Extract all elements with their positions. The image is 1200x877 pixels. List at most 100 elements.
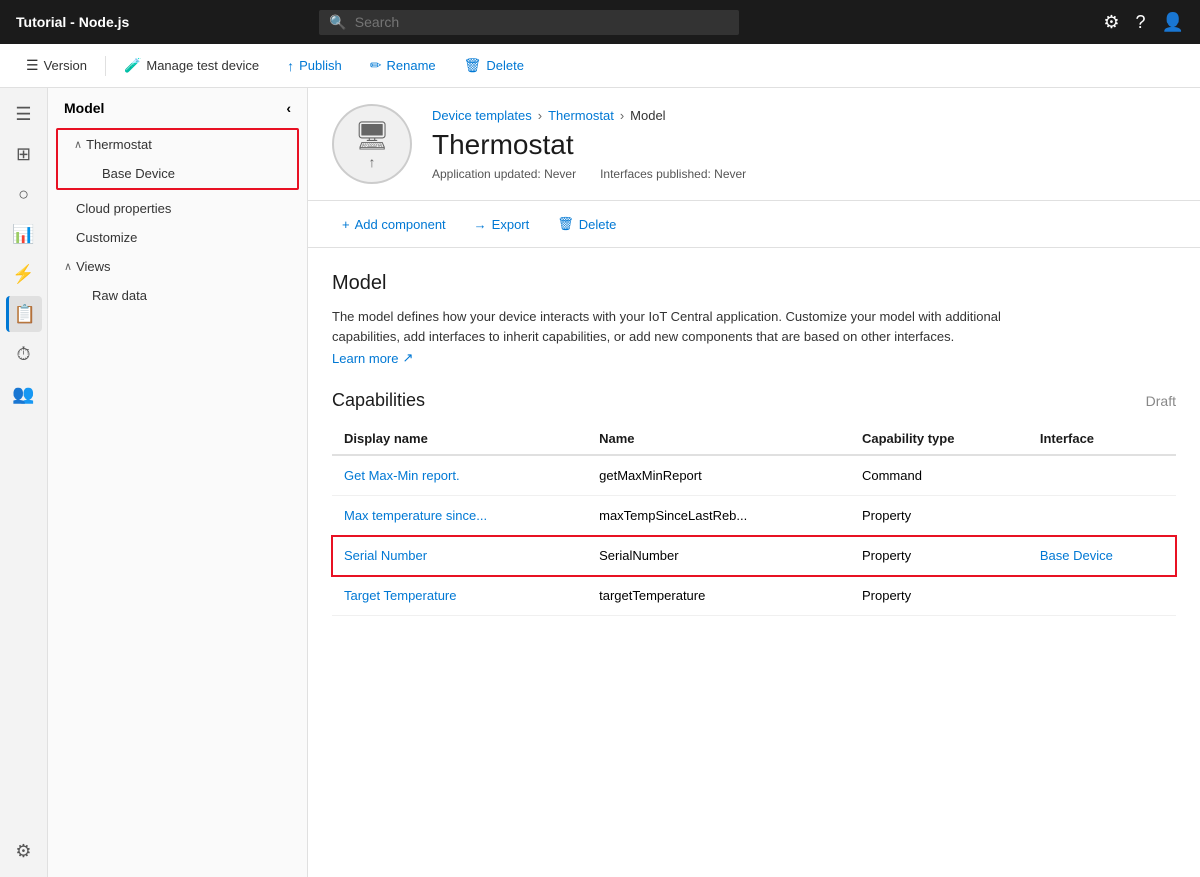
device-avatar: 🖥 ↑ bbox=[332, 104, 412, 184]
capabilities-section: Capabilities Draft Display name Name Cap… bbox=[308, 366, 1200, 616]
device-header: 🖥 ↑ Device templates › Thermostat › Mode… bbox=[308, 88, 1200, 201]
content-area: 🖥 ↑ Device templates › Thermostat › Mode… bbox=[308, 88, 1200, 877]
sidebar-item-base-device[interactable]: Base Device bbox=[58, 159, 297, 188]
draft-badge: Draft bbox=[1146, 393, 1176, 409]
capability-interface: Base Device bbox=[1028, 536, 1176, 576]
sidebar: Model ‹ ∧ Thermostat Base Device Cloud p… bbox=[48, 88, 308, 877]
topbar: Tutorial - Node.js 🔍 ⚙ ? 👤 bbox=[0, 0, 1200, 44]
capabilities-title: Capabilities bbox=[332, 390, 425, 411]
external-link-icon: ↗ bbox=[402, 350, 413, 366]
capabilities-table: Display name Name Capability type Interf… bbox=[332, 423, 1176, 616]
nav-devices-icon[interactable]: ○ bbox=[6, 176, 42, 212]
capability-type: Property bbox=[850, 536, 1028, 576]
breadcrumb-model: Model bbox=[630, 108, 665, 123]
nav-jobs-icon[interactable]: ⏱ bbox=[6, 336, 42, 372]
breadcrumb-thermostat[interactable]: Thermostat bbox=[548, 108, 614, 123]
action-delete-icon: 🗑 bbox=[557, 216, 574, 232]
capability-name: targetTemperature bbox=[587, 576, 850, 616]
capability-name: maxTempSinceLastReb... bbox=[587, 496, 850, 536]
capability-interface bbox=[1028, 576, 1176, 616]
table-header-row: Display name Name Capability type Interf… bbox=[332, 423, 1176, 455]
breadcrumb: Device templates › Thermostat › Model bbox=[432, 108, 746, 123]
sidebar-highlighted-box: ∧ Thermostat Base Device bbox=[56, 128, 299, 190]
nav-settings-bottom-icon[interactable]: ⚙ bbox=[6, 833, 42, 869]
sidebar-model-label: Model bbox=[64, 100, 104, 116]
capability-display-name[interactable]: Max temperature since... bbox=[332, 496, 587, 536]
sidebar-item-customize[interactable]: Customize bbox=[48, 223, 307, 252]
nav-rules-icon[interactable]: ⚡ bbox=[6, 256, 42, 292]
sidebar-collapse-icon[interactable]: ‹ bbox=[286, 100, 291, 116]
delete-button[interactable]: 🗑 Delete bbox=[454, 53, 534, 78]
col-capability-type: Capability type bbox=[850, 423, 1028, 455]
manage-test-device-button[interactable]: 🧪 Manage test device bbox=[114, 53, 269, 78]
sidebar-item-raw-data[interactable]: Raw data bbox=[48, 281, 307, 310]
search-bar[interactable]: 🔍 bbox=[319, 10, 739, 35]
manage-icon: 🧪 bbox=[124, 57, 141, 74]
table-row: Max temperature since...maxTempSinceLast… bbox=[332, 496, 1176, 536]
publish-button[interactable]: ↑ Publish bbox=[277, 54, 352, 78]
capabilities-header: Capabilities Draft bbox=[332, 390, 1176, 411]
capability-type: Property bbox=[850, 496, 1028, 536]
search-input[interactable] bbox=[355, 14, 730, 30]
capability-display-name[interactable]: Get Max-Min report. bbox=[332, 455, 587, 496]
table-row: Target TemperaturetargetTemperaturePrope… bbox=[332, 576, 1176, 616]
action-bar: + Add component → Export 🗑 Delete bbox=[308, 201, 1200, 248]
add-icon: + bbox=[342, 217, 350, 232]
col-name: Name bbox=[587, 423, 850, 455]
capability-display-name[interactable]: Target Temperature bbox=[332, 576, 587, 616]
capability-type: Property bbox=[850, 576, 1028, 616]
topbar-icons: ⚙ ? 👤 bbox=[1103, 12, 1184, 33]
profile-icon[interactable]: 👤 bbox=[1162, 12, 1184, 33]
action-delete-button[interactable]: 🗑 Delete bbox=[547, 211, 626, 237]
version-button[interactable]: ☰ Version bbox=[16, 53, 97, 78]
model-section: Model The model defines how your device … bbox=[308, 248, 1200, 366]
toolbar-divider-1 bbox=[105, 56, 106, 76]
sidebar-item-cloud-properties[interactable]: Cloud properties bbox=[48, 194, 307, 223]
device-meta: Application updated: Never Interfaces pu… bbox=[432, 167, 746, 181]
help-icon[interactable]: ? bbox=[1136, 12, 1146, 33]
rename-icon: ✏ bbox=[370, 57, 382, 74]
device-avatar-icon: 🖥 bbox=[354, 119, 390, 152]
model-title: Model bbox=[332, 272, 1176, 295]
nav-dashboard-icon[interactable]: ⊞ bbox=[6, 136, 42, 172]
nav-home-icon[interactable]: ☰ bbox=[6, 96, 42, 132]
breadcrumb-device-templates[interactable]: Device templates bbox=[432, 108, 532, 123]
rename-button[interactable]: ✏ Rename bbox=[360, 53, 446, 78]
capability-name: getMaxMinReport bbox=[587, 455, 850, 496]
thermostat-collapse-icon: ∧ bbox=[74, 138, 82, 151]
capability-name: SerialNumber bbox=[587, 536, 850, 576]
col-interface: Interface bbox=[1028, 423, 1176, 455]
device-avatar-sub: ↑ bbox=[369, 154, 376, 170]
version-icon: ☰ bbox=[26, 57, 39, 74]
col-display-name: Display name bbox=[332, 423, 587, 455]
search-icon: 🔍 bbox=[329, 14, 346, 31]
nav-analytics-icon[interactable]: 📊 bbox=[6, 216, 42, 252]
sidebar-item-thermostat[interactable]: ∧ Thermostat bbox=[58, 130, 297, 159]
sidebar-item-views[interactable]: ∧ Views bbox=[48, 252, 307, 281]
add-component-button[interactable]: + Add component bbox=[332, 212, 456, 237]
settings-icon[interactable]: ⚙ bbox=[1103, 12, 1119, 33]
export-icon: → bbox=[474, 217, 487, 232]
toolbar: ☰ Version 🧪 Manage test device ↑ Publish… bbox=[0, 44, 1200, 88]
model-description: The model defines how your device intera… bbox=[332, 307, 1072, 346]
export-button[interactable]: → Export bbox=[464, 212, 540, 237]
main-layout: ☰ ⊞ ○ 📊 ⚡ 📋 ⏱ 👥 ⚙ Model ‹ ∧ Thermostat B… bbox=[0, 88, 1200, 877]
capability-interface bbox=[1028, 455, 1176, 496]
publish-icon: ↑ bbox=[287, 58, 294, 74]
nav-organizations-icon[interactable]: 👥 bbox=[6, 376, 42, 412]
capability-type: Command bbox=[850, 455, 1028, 496]
left-nav: ☰ ⊞ ○ 📊 ⚡ 📋 ⏱ 👥 ⚙ bbox=[0, 88, 48, 877]
app-title: Tutorial - Node.js bbox=[16, 14, 129, 30]
device-title: Thermostat bbox=[432, 129, 746, 161]
device-info: Device templates › Thermostat › Model Th… bbox=[432, 108, 746, 181]
table-row: Serial NumberSerialNumberPropertyBase De… bbox=[332, 536, 1176, 576]
delete-icon: 🗑 bbox=[464, 57, 482, 74]
nav-templates-icon[interactable]: 📋 bbox=[6, 296, 42, 332]
learn-more-link[interactable]: Learn more ↗ bbox=[332, 350, 413, 366]
breadcrumb-sep-1: › bbox=[538, 108, 542, 123]
capability-display-name[interactable]: Serial Number bbox=[332, 536, 587, 576]
views-collapse-icon: ∧ bbox=[64, 260, 72, 273]
app-updated: Application updated: Never bbox=[432, 167, 576, 181]
breadcrumb-sep-2: › bbox=[620, 108, 624, 123]
sidebar-model-header: Model ‹ bbox=[48, 88, 307, 124]
